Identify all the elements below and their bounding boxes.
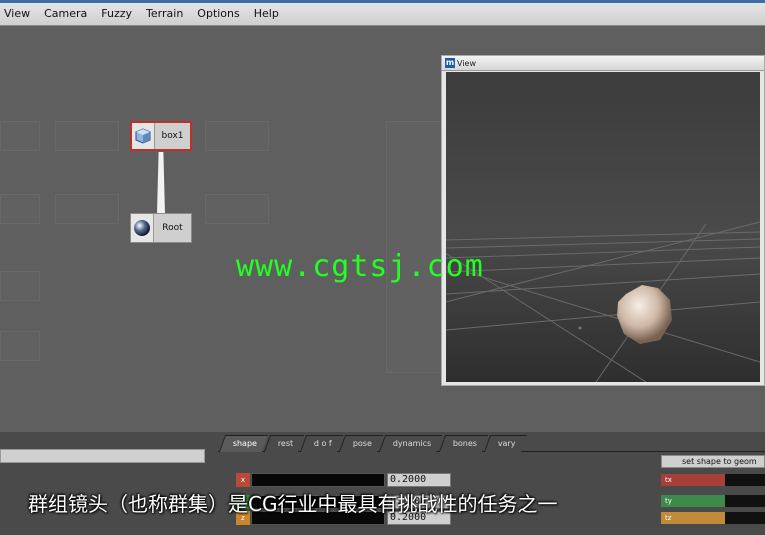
menu-camera[interactable]: Camera: [37, 1, 94, 27]
tab-dynamics[interactable]: dynamics: [379, 435, 443, 452]
tab-bones[interactable]: bones: [438, 435, 489, 452]
menu-help[interactable]: Help: [247, 1, 286, 27]
channel-ty-bar[interactable]: [725, 495, 765, 507]
tab-dof[interactable]: d o f: [300, 435, 344, 452]
menu-fuzzy[interactable]: Fuzzy: [94, 1, 139, 27]
node-root[interactable]: Root: [130, 213, 192, 243]
node-box1[interactable]: box1: [130, 121, 192, 151]
3d-viewport[interactable]: [446, 72, 760, 382]
view-title: View: [457, 58, 476, 68]
tab-shape[interactable]: shape: [218, 435, 269, 452]
set-shape-button[interactable]: set shape to geom: [661, 455, 765, 468]
channel-ty-label[interactable]: ty: [661, 495, 725, 507]
view-window[interactable]: m View: [441, 55, 765, 386]
attr-x-label: x: [236, 473, 250, 487]
faded-node: [0, 331, 40, 361]
viewport-scene: [446, 72, 760, 382]
menu-bar: View Camera Fuzzy Terrain Options Help: [0, 0, 765, 26]
channel-tz-label[interactable]: tz: [661, 512, 725, 524]
attr-x-slider[interactable]: [251, 473, 385, 487]
attr-x-value[interactable]: 0.2000: [387, 473, 451, 487]
node-root-label: Root: [162, 223, 183, 233]
faded-node: [55, 121, 119, 151]
menu-view[interactable]: View: [0, 1, 37, 27]
channel-ty: ty: [661, 495, 765, 507]
channel-tz-bar[interactable]: [725, 512, 765, 524]
channel-tx: tx: [661, 474, 765, 486]
tab-pose[interactable]: pose: [339, 435, 384, 452]
view-titlebar[interactable]: m View: [442, 56, 764, 71]
menu-options[interactable]: Options: [190, 1, 246, 27]
menu-terrain[interactable]: Terrain: [139, 1, 190, 27]
faded-node: [205, 121, 269, 151]
channel-tx-bar[interactable]: [725, 474, 765, 486]
app-logo-icon: m: [445, 58, 455, 68]
tab-rest[interactable]: rest: [264, 435, 305, 452]
horizontal-scrollbar[interactable]: [0, 449, 205, 463]
watermark: www.cgtsj.com: [236, 249, 484, 284]
tab-vary[interactable]: vary: [483, 435, 527, 452]
cube-icon: [132, 123, 155, 149]
channel-tx-label[interactable]: tx: [661, 474, 725, 486]
faded-node: [205, 194, 269, 224]
attribute-tabs: shape rest d o f pose dynamics bones var…: [218, 435, 527, 452]
video-subtitle: 群组镜头（也称群集）是CG行业中最具有挑战性的任务之一: [28, 492, 558, 516]
faded-window: [386, 121, 448, 373]
faded-node: [0, 271, 40, 301]
attr-row-x: x 0.2000: [236, 473, 451, 487]
faded-node: [55, 194, 119, 224]
channel-tz: tz: [661, 512, 765, 524]
faded-node: [0, 121, 40, 151]
faded-node: [0, 194, 40, 224]
node-box1-label: box1: [161, 131, 184, 141]
sphere-icon: [131, 214, 154, 242]
